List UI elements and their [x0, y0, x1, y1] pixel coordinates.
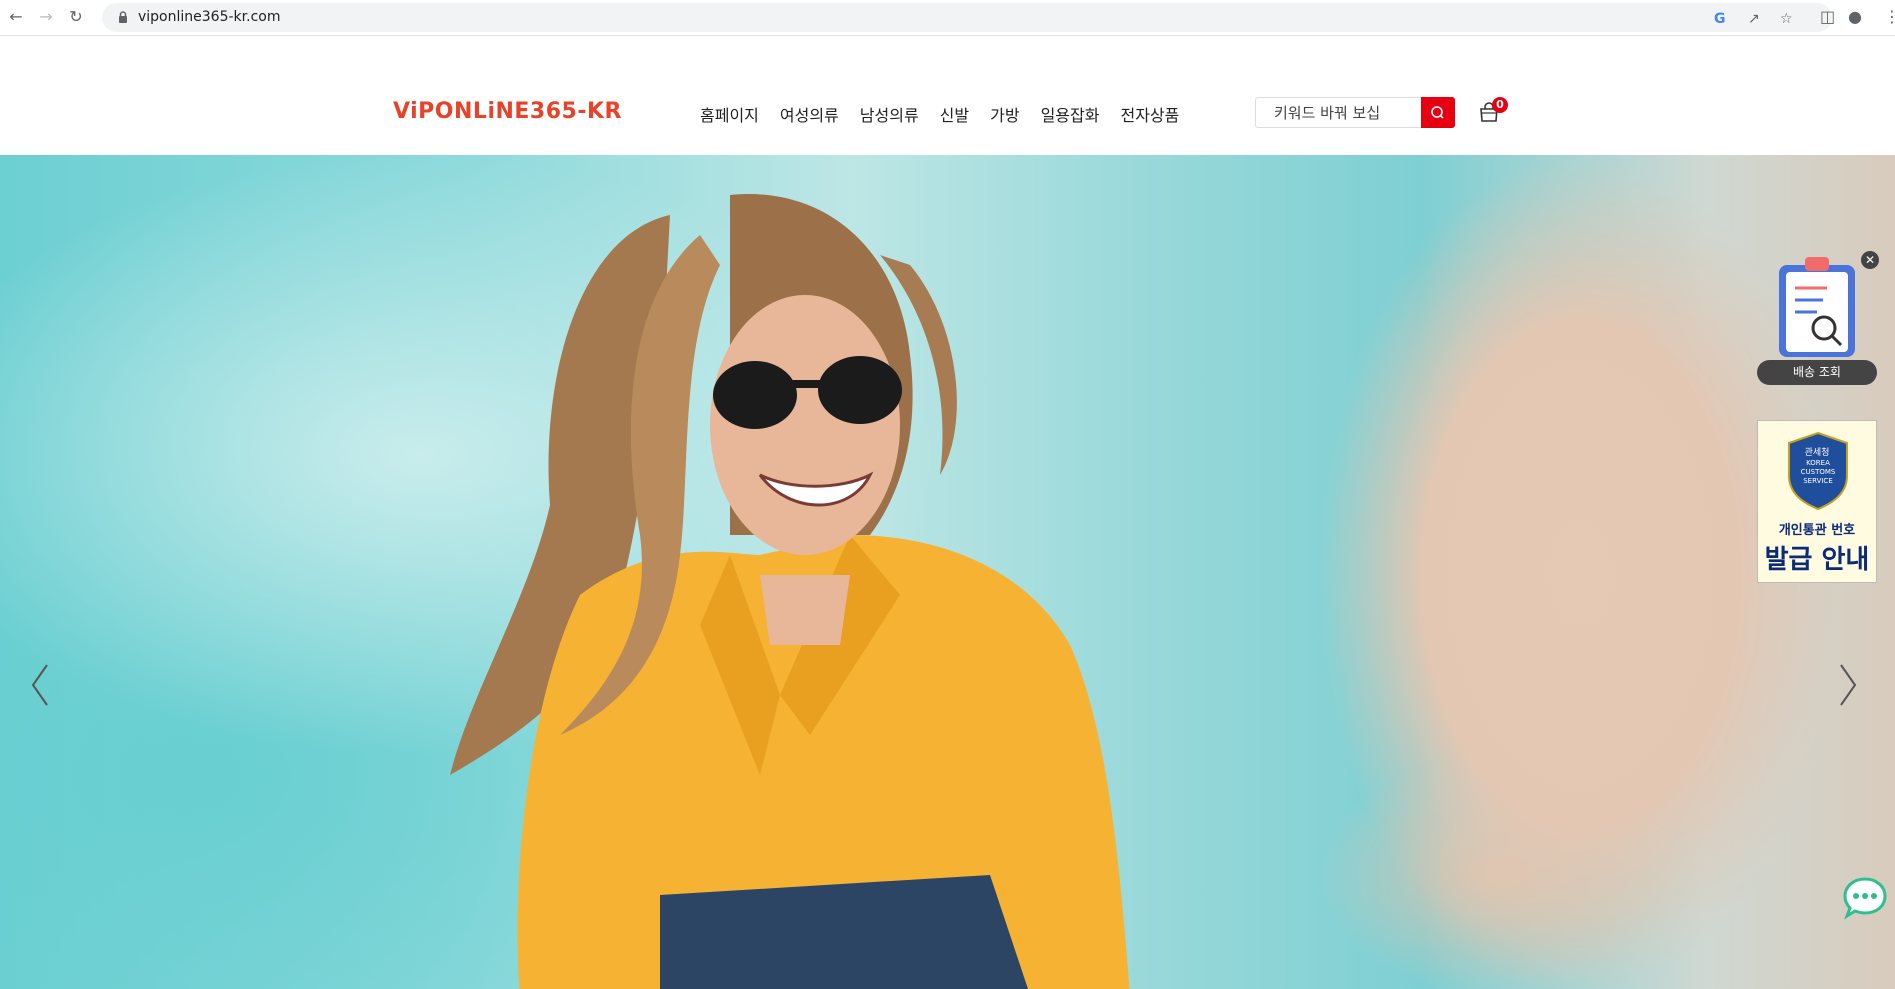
url-text: viponline365-kr.com	[138, 9, 281, 25]
customs-top-label: 관세청	[1804, 448, 1830, 458]
nav-item-shoes[interactable]: 신발	[940, 102, 969, 126]
google-icon[interactable]: G	[1714, 11, 1726, 27]
next-slide-arrow-icon[interactable]	[1833, 660, 1863, 710]
side-panel-icon[interactable]: ◫	[1820, 7, 1835, 26]
address-bar[interactable]: viponline365-kr.com G ↗ ☆	[102, 3, 1832, 32]
back-arrow-icon[interactable]: ←	[6, 7, 26, 27]
bookmark-star-icon[interactable]: ☆	[1780, 11, 1793, 27]
customs-line1: 개인통관 번호	[1778, 523, 1856, 538]
menu-kebab-icon[interactable]: ⋮	[1884, 7, 1895, 26]
reload-icon[interactable]: ↻	[66, 7, 86, 27]
tracking-label[interactable]: 배송 조회	[1757, 360, 1877, 385]
browser-toolbar: ← → ↻ viponline365-kr.com G ↗ ☆ ◫ ● ⋮	[0, 0, 1895, 36]
search-input[interactable]	[1256, 98, 1422, 127]
hero-banner	[0, 155, 1895, 989]
search-button[interactable]	[1421, 97, 1455, 128]
nav-item-women[interactable]: 여성의류	[780, 102, 839, 126]
lock-icon	[119, 11, 127, 23]
site-logo[interactable]: ViPONLiNE365-KR	[393, 99, 622, 124]
main-nav: 홈페이지 여성의류 남성의류 신발 가방 일용잡화 전자상품	[700, 102, 1200, 126]
chat-bubble-icon[interactable]	[1842, 876, 1888, 920]
top-bar	[0, 36, 1895, 71]
nav-item-home[interactable]: 홈페이지	[700, 102, 759, 126]
nav-item-men[interactable]: 남성의류	[860, 102, 919, 126]
forward-arrow-icon[interactable]: →	[36, 7, 56, 27]
nav-item-bags[interactable]: 가방	[990, 102, 1019, 126]
profile-avatar-icon[interactable]: ●	[1848, 7, 1862, 26]
customs-line2: 발급 안내	[1764, 545, 1870, 575]
nav-item-daily-goods[interactable]: 일용잡화	[1041, 102, 1100, 126]
share-icon[interactable]: ↗	[1748, 11, 1760, 27]
close-icon[interactable]: ✕	[1861, 251, 1879, 269]
customs-id-banner[interactable]: 관세청 KOREA CUSTOMS SERVICE 개인통관 번호 발급 안내	[1757, 420, 1877, 583]
prev-slide-arrow-icon[interactable]	[25, 660, 55, 710]
cart-count-badge: 0	[1492, 97, 1508, 113]
nav-item-electronics[interactable]: 전자상품	[1120, 102, 1179, 126]
hero-photo	[450, 194, 1130, 989]
search-icon	[1431, 106, 1444, 119]
customs-org-label: KOREA CUSTOMS SERVICE	[1800, 459, 1836, 485]
search-box	[1255, 97, 1455, 128]
